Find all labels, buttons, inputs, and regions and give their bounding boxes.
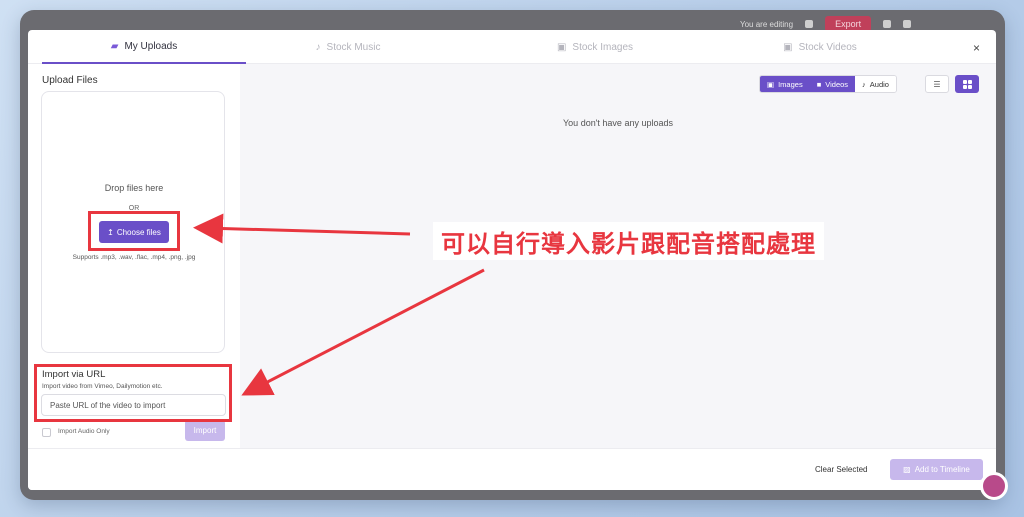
annotation-caption: 可以自行導入影片跟配音搭配處理 <box>433 222 824 260</box>
arrow-to-import-url <box>241 268 485 396</box>
chat-support-icon[interactable] <box>980 472 1008 500</box>
arrow-to-choose-files <box>193 213 411 244</box>
